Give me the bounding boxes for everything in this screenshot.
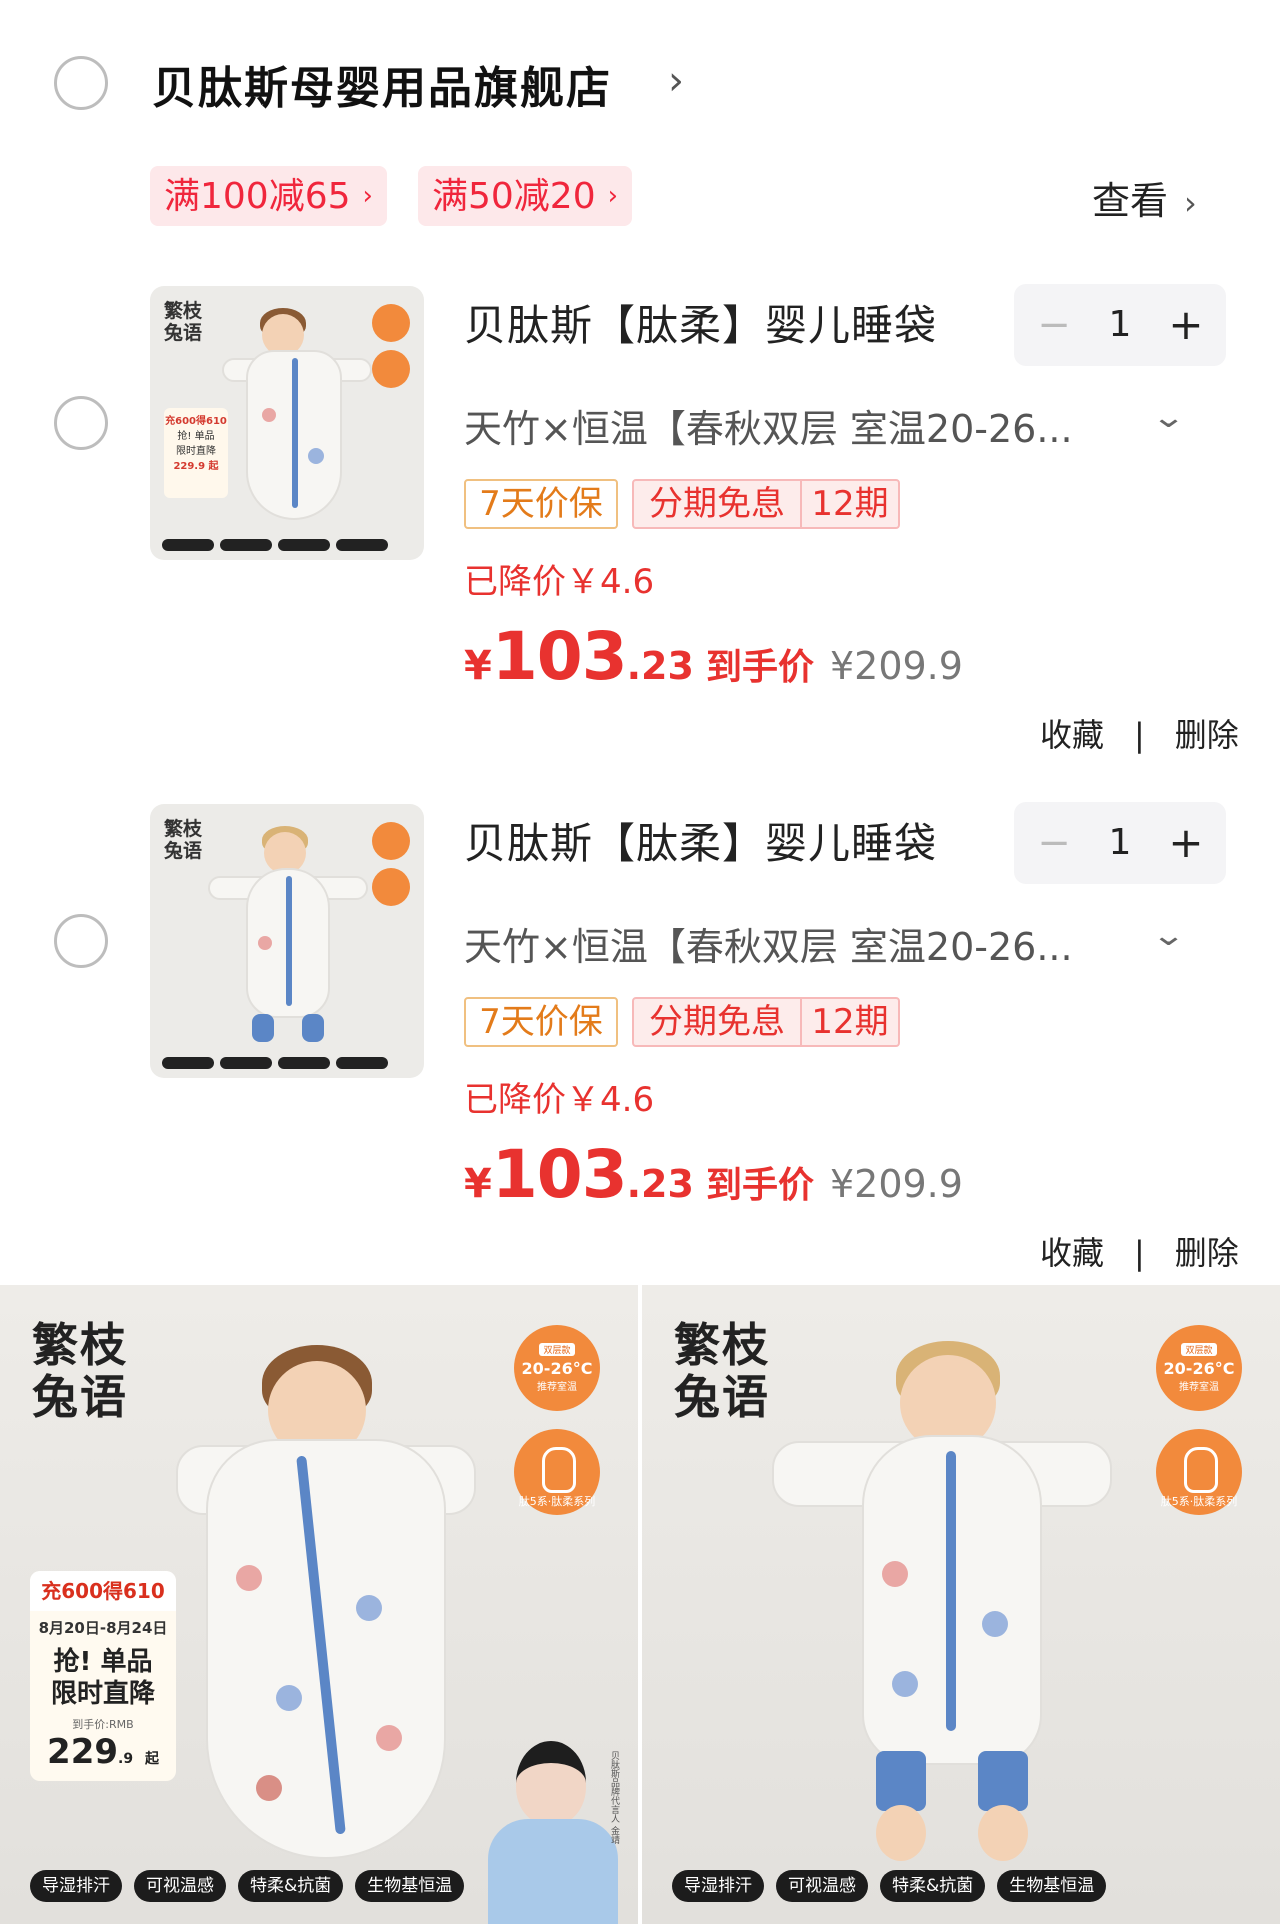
product-thumbnail[interactable]: 繁枝 兔语 [150,804,424,1078]
baby-illustration [772,1341,1112,1871]
favorite-button[interactable]: 收藏 [1040,1234,1104,1272]
variant-selector[interactable]: 天竹×恒温【春秋双层 室温20-26... [464,398,1073,453]
recommendation-grid: 繁枝 兔语 双层款 20-26°C 推荐室温 肽5系·肽柔系列 充600得610… [0,1285,1280,1924]
quantity-value[interactable]: 1 [1084,802,1156,884]
product-tile[interactable]: 繁枝 兔语 双层款 20-26°C 推荐室温 肽5系·肽柔系列 充600得610… [0,1285,638,1924]
item-select-radio[interactable] [54,914,108,968]
product-title[interactable]: 贝肽斯【肽柔】婴儿睡袋 [464,810,937,871]
garment-badge-icon [372,350,410,388]
original-price: ¥209.9 [829,1162,963,1206]
ambassador-caption: 贝肽斯品牌代言人 金靖 [609,1751,619,1844]
baby-illustration [176,1345,476,1865]
divider: | [1134,1234,1145,1272]
item-actions: 收藏 | 删除 [1040,1228,1239,1274]
store-name[interactable]: 贝肽斯母婴用品旗舰店 [152,52,612,116]
price-drop-text: 已降价￥4.6 [464,562,655,602]
increase-button[interactable]: + [1156,284,1216,366]
chevron-right-icon: › [362,181,373,211]
series-note: 肽5系·肽柔系列 [1160,1495,1238,1508]
store-chevron-icon[interactable]: › [668,58,684,104]
baby-illustration [222,308,372,538]
thumb-brand: 繁枝 兔语 [164,818,203,862]
variant-selector[interactable]: 天竹×恒温【春秋双层 室温20-26... [464,916,1073,971]
quantity-value[interactable]: 1 [1084,284,1156,366]
view-label: 查看 [1092,179,1169,223]
baby-illustration [208,826,368,1056]
price-decimal: .23 [626,644,694,688]
feature-strip [162,1054,412,1069]
quantity-stepper: − 1 + [1014,284,1226,366]
temperature-badge: 双层款 20-26°C 推荐室温 [514,1325,600,1411]
coupon-label: 满100减65 [164,176,351,217]
thumb-brand: 繁枝 兔语 [164,300,203,344]
chevron-right-icon: › [607,181,619,211]
chevron-right-icon: › [1184,184,1197,222]
product-thumbnail[interactable]: 繁枝 兔语 充600得610 抢! 单品 限时直降 229.9 起 [150,286,424,560]
feature-strip [162,536,412,551]
original-price: ¥209.9 [829,644,963,688]
temperature-badge: 双层款 20-26°C 推荐室温 [1156,1325,1242,1411]
final-price-label: 到手价 [705,1165,814,1206]
price-integer: 103 [491,618,628,695]
increase-button[interactable]: + [1156,802,1216,884]
cart-store-card: 贝肽斯母婴用品旗舰店 › 满100减65 › 满50减20 › 查看 › 繁枝 兔语 充… [0,0,1280,1285]
delete-button[interactable]: 删除 [1175,716,1239,754]
item-actions: 收藏 | 删除 [1040,710,1239,756]
coupon-label: 满50减20 [432,176,596,217]
price-row: ¥103.23 到手价 ¥209.9 [464,1136,963,1213]
item-select-radio[interactable] [54,396,108,450]
delete-button[interactable]: 删除 [1175,1234,1239,1272]
final-price-label: 到手价 [705,647,814,688]
price-currency: ¥ [464,643,492,689]
decrease-button[interactable]: − [1024,802,1084,884]
chevron-down-icon[interactable]: ⌄ [1151,918,1186,953]
price-drop-text: 已降价￥4.6 [464,1080,655,1120]
temperature-badge-icon [372,822,410,860]
thumb-promo: 充600得610 抢! 单品 限时直降 229.9 起 [164,408,228,498]
decrease-button[interactable]: − [1024,284,1084,366]
tile-brand: 繁枝 兔语 [32,1318,128,1424]
installment-tag: 分期免息 12期 [632,479,900,529]
price-row: ¥103.23 到手价 ¥209.9 [464,618,963,695]
price-guarantee-tag: 7天价保 [464,997,618,1047]
feature-strip: 导湿排汗 可视温感 特柔&抗菌 生物基恒温 [30,1870,476,1902]
product-tile[interactable]: 繁枝 兔语 双层款 20-26°C 推荐室温 肽5系·肽柔系列 导湿排汗 可视温感… [642,1285,1280,1924]
ambassador-photo: 贝肽斯品牌代言人 金靖 [488,1741,628,1924]
favorite-button[interactable]: 收藏 [1040,716,1104,754]
promo-card: 充600得610 8月20日-8月24日 抢! 单品 限时直降 到手价:RMB … [30,1571,176,1781]
divider: | [1134,716,1145,754]
price-guarantee-tag: 7天价保 [464,479,618,529]
temperature-badge-icon [372,304,410,342]
price-decimal: .23 [626,1162,694,1206]
product-title[interactable]: 贝肽斯【肽柔】婴儿睡袋 [464,292,937,353]
series-note: 肽5系·肽柔系列 [518,1495,596,1508]
price-currency: ¥ [464,1161,492,1207]
tile-brand: 繁枝 兔语 [674,1318,770,1424]
price-integer: 103 [491,1136,628,1213]
feature-strip: 导湿排汗 可视温感 特柔&抗菌 生物基恒温 [672,1870,1118,1902]
coupon-chip[interactable]: 满50减20 › [418,166,633,226]
chevron-down-icon[interactable]: ⌄ [1151,400,1186,435]
quantity-stepper: − 1 + [1014,802,1226,884]
view-coupons-link[interactable]: 查看 › [1092,170,1197,225]
coupon-chip[interactable]: 满100减65 › [150,166,387,226]
installment-tag: 分期免息 12期 [632,997,900,1047]
garment-badge-icon [372,868,410,906]
store-select-radio[interactable] [54,56,108,110]
